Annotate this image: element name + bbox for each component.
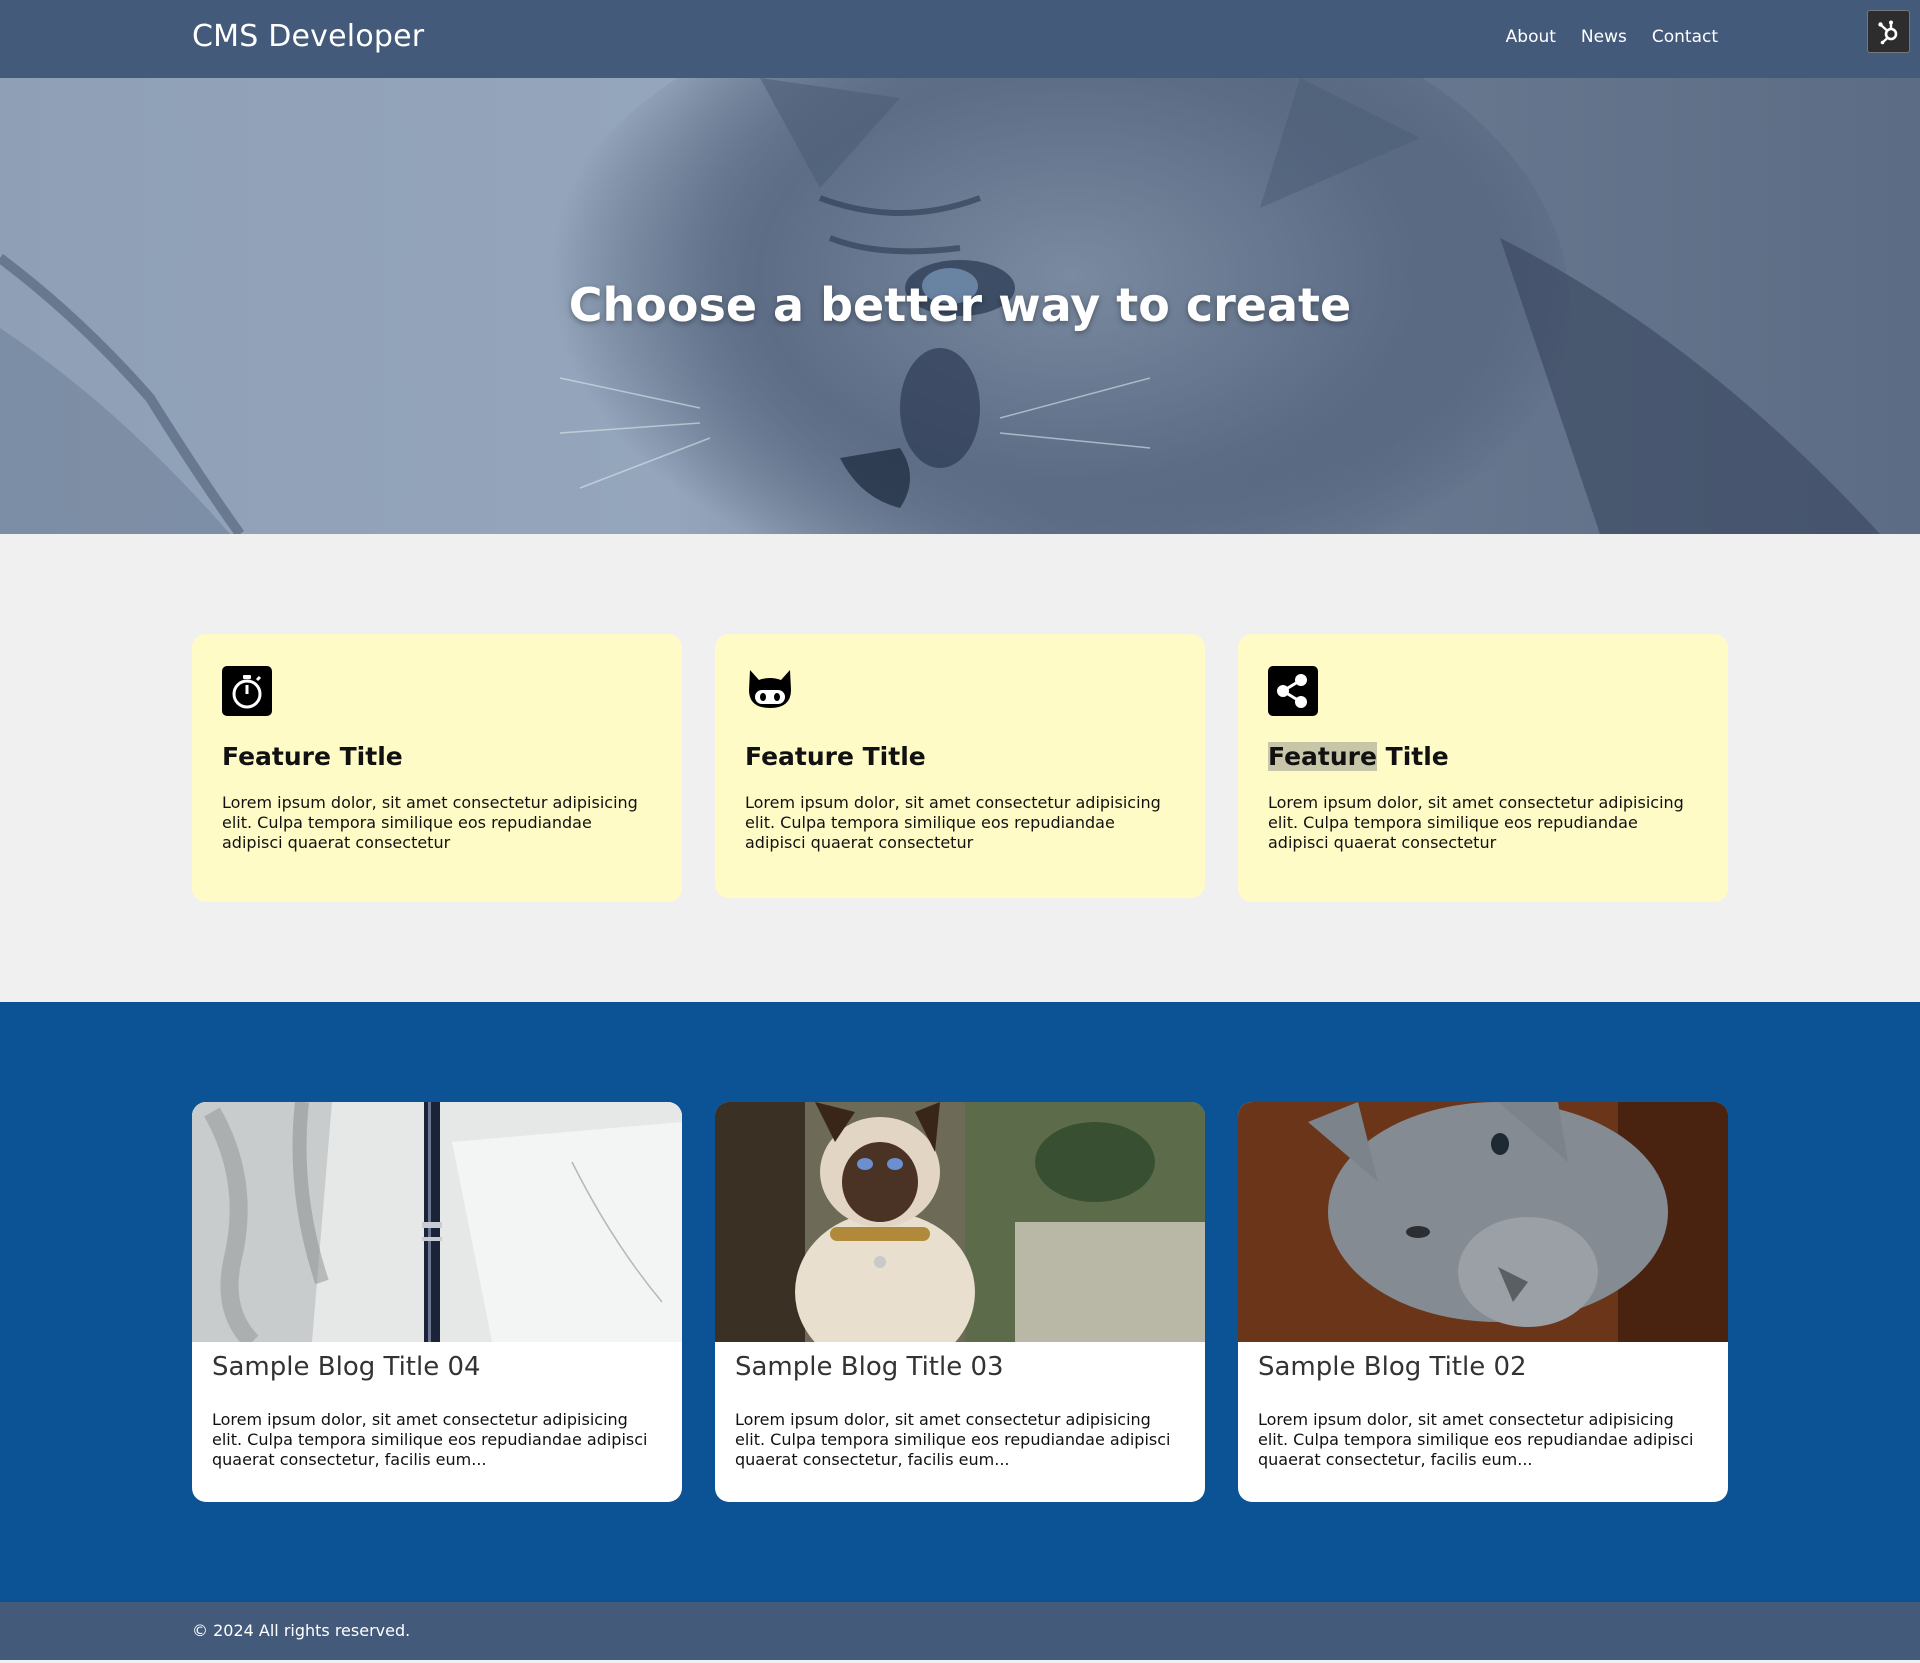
blog-image-siamese-cat xyxy=(715,1102,1205,1342)
feature-text: Lorem ipsum dolor, sit amet consectetur … xyxy=(222,793,638,852)
site-footer: © 2024 All rights reserved. xyxy=(0,1602,1920,1660)
blog-title[interactable]: Sample Blog Title 04 xyxy=(192,1342,682,1382)
feature-title: Feature Title xyxy=(222,742,403,771)
copyright-text: © 2024 All rights reserved. xyxy=(192,1621,411,1640)
blog-card[interactable]: Sample Blog Title 02 Lorem ipsum dolor, … xyxy=(1238,1102,1728,1502)
share-icon xyxy=(1268,666,1318,716)
nav-link-contact[interactable]: Contact xyxy=(1652,27,1718,47)
blog-image-pen xyxy=(192,1102,682,1342)
feature-card: Feature Title Lorem ipsum dolor, sit ame… xyxy=(715,634,1205,898)
hero-title: Choose a better way to create xyxy=(568,278,1352,332)
feature-title-rest: Title xyxy=(1376,742,1449,771)
feature-text: Lorem ipsum dolor, sit amet consectetur … xyxy=(1268,793,1684,852)
stopwatch-icon xyxy=(222,666,272,716)
top-navbar: CMS Developer About News Contact xyxy=(0,0,1920,78)
blog-excerpt: Lorem ipsum dolor, sit amet consectetur … xyxy=(1258,1410,1694,1469)
blog-image-grey-cat xyxy=(1238,1102,1728,1342)
blog-section: Sample Blog Title 04 Lorem ipsum dolor, … xyxy=(0,1002,1920,1602)
feature-text: Lorem ipsum dolor, sit amet consectetur … xyxy=(745,793,1161,852)
blog-excerpt: Lorem ipsum dolor, sit amet consectetur … xyxy=(212,1410,648,1469)
feature-title-highlight: Feature xyxy=(1268,742,1377,771)
main-nav: About News Contact xyxy=(1506,27,1718,47)
feature-title: Feature Title xyxy=(745,742,926,771)
site-brand[interactable]: CMS Developer xyxy=(192,19,424,54)
hubspot-sprocket-icon xyxy=(1877,20,1897,44)
blog-title[interactable]: Sample Blog Title 02 xyxy=(1238,1342,1728,1382)
feature-card: Feature Title Lorem ipsum dolor, sit ame… xyxy=(1238,634,1728,902)
github-icon xyxy=(749,670,791,708)
blog-excerpt: Lorem ipsum dolor, sit amet consectetur … xyxy=(735,1410,1171,1469)
features-section: Feature Title Lorem ipsum dolor, sit ame… xyxy=(0,534,1920,1002)
nav-link-news[interactable]: News xyxy=(1581,27,1627,47)
blog-title[interactable]: Sample Blog Title 03 xyxy=(715,1342,1205,1382)
feature-card: Feature Title Lorem ipsum dolor, sit ame… xyxy=(192,634,682,902)
hero-section: Choose a better way to create xyxy=(0,78,1920,534)
feature-title: Feature Title xyxy=(1268,742,1698,771)
nav-link-about[interactable]: About xyxy=(1506,27,1556,47)
blog-card[interactable]: Sample Blog Title 03 Lorem ipsum dolor, … xyxy=(715,1102,1205,1502)
hubspot-sprocket-button[interactable] xyxy=(1867,10,1910,53)
blog-card[interactable]: Sample Blog Title 04 Lorem ipsum dolor, … xyxy=(192,1102,682,1502)
